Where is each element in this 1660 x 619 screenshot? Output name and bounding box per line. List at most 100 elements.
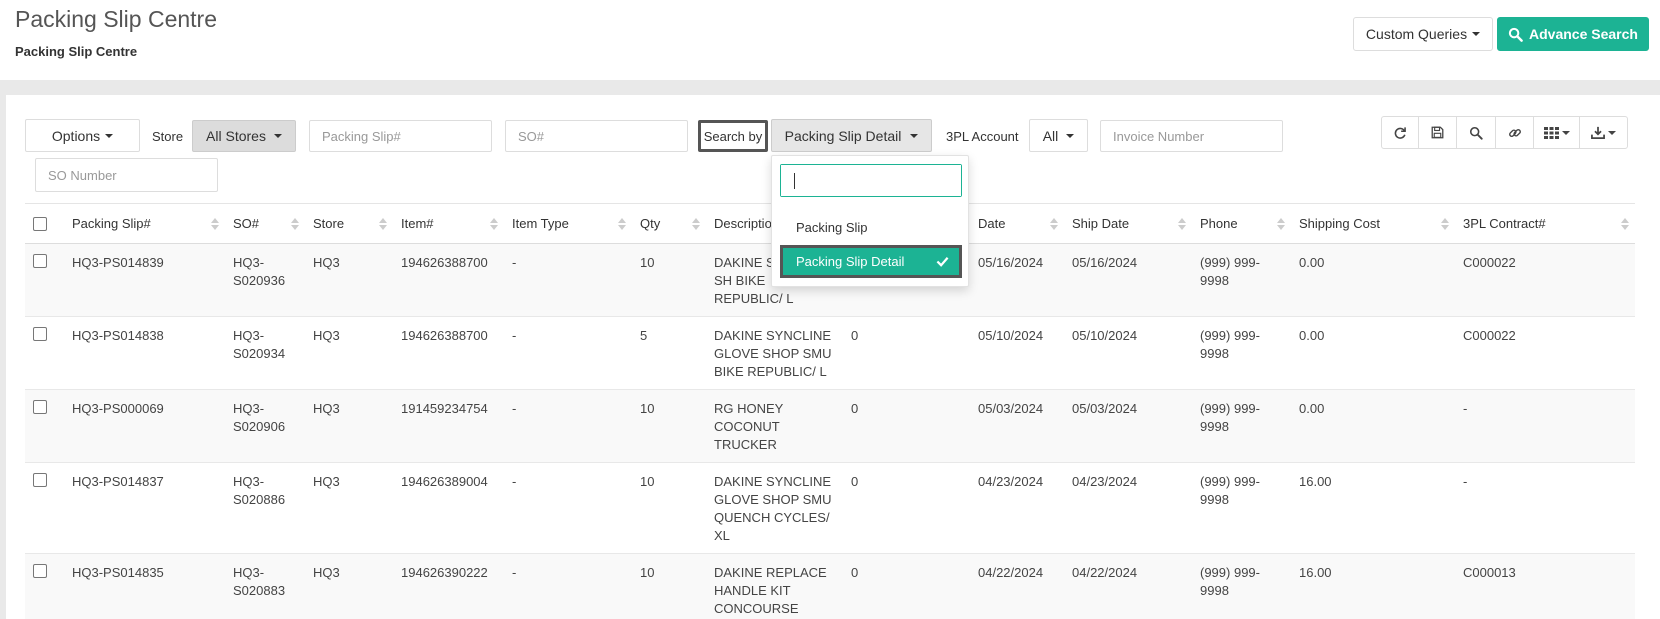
column-header[interactable]: Qty [632,203,706,244]
table-cell: 05/16/2024 [970,243,1064,317]
table-cell: RG HONEY COCONUT TRUCKER [706,389,843,463]
table-row[interactable]: HQ3-PS014837 HQ3-S020886 HQ3 194626389004-1… [25,462,1635,554]
tpl-account-label: 3PL Account [946,129,1019,144]
sort-icon [1050,218,1058,230]
table-cell: 194626388700 [393,243,504,317]
table-row[interactable]: HQ3-PS014835 HQ3-S020883 HQ3 194626390222-1… [25,553,1635,619]
advance-search-button[interactable]: Advance Search [1497,17,1649,51]
sort-icon [1178,218,1186,230]
search-icon [1469,126,1483,140]
column-header[interactable]: Item Type [504,203,632,244]
table-cell: DAKINE SYNCLINE GLOVE SHOP SMU QUENCH CY… [706,462,843,554]
columns-button[interactable] [1534,117,1580,148]
table-cell: HQ3-PS014837 [64,462,225,554]
so-field[interactable] [505,120,688,152]
row-select-cell [25,462,64,554]
table-cell: 05/16/2024 [1064,243,1192,317]
invoice-number-input[interactable] [1101,128,1282,144]
table-cell: C000022 [1455,316,1635,390]
dropdown-search-input[interactable] [781,165,961,196]
link-button[interactable] [1496,117,1534,148]
sort-icon [211,218,219,230]
packing-slip-field[interactable] [309,120,492,152]
search-by-select[interactable]: Packing Slip Detail [771,119,932,152]
table-cell: - [1455,389,1635,463]
table-cell: (999) 999-9998 [1192,389,1291,463]
row-checkbox[interactable] [33,254,47,268]
invoice-number-field[interactable] [1100,120,1283,152]
table-cell: 05/10/2024 [1064,316,1192,390]
so-input[interactable] [506,128,687,144]
caret-down-icon [1472,32,1481,36]
store-select[interactable]: All Stores [192,120,296,152]
export-button[interactable] [1580,117,1627,148]
options-label: Options [51,127,101,144]
caret-down-icon [1561,130,1570,135]
row-checkbox[interactable] [33,327,47,341]
row-select-cell [25,243,64,317]
so-number-field[interactable] [35,158,218,192]
row-checkbox[interactable] [33,564,47,578]
search-by-value: Packing Slip Detail [784,127,902,144]
dropdown-search-field[interactable] [780,164,962,197]
table-row[interactable]: HQ3-PS014838 HQ3-S020934 HQ3 194626388700-5… [25,316,1635,390]
select-all-checkbox[interactable] [33,217,47,231]
table-cell: HQ3-S020883 [225,553,305,619]
table-cell: - [504,389,632,463]
table-cell: (999) 999-9998 [1192,243,1291,317]
sort-icon [692,218,700,230]
table-cell: HQ3-PS000069 [64,389,225,463]
table-cell: HQ3-PS014835 [64,553,225,619]
column-header[interactable]: Packing Slip# [64,203,225,244]
column-header[interactable]: SO# [225,203,305,244]
save-button[interactable] [1419,117,1457,148]
table-cell: 0 [843,462,970,554]
row-select-cell [25,316,64,390]
row-checkbox[interactable] [33,400,47,414]
column-header[interactable]: Shipping Cost [1291,203,1455,244]
table-cell: 04/23/2024 [970,462,1064,554]
column-header[interactable]: Item# [393,203,504,244]
packing-slip-input[interactable] [310,128,491,144]
table-cell: HQ3-S020906 [225,389,305,463]
tpl-account-select[interactable]: All [1029,119,1088,152]
columns-icon [1543,126,1559,139]
table-row[interactable]: HQ3-PS000069 HQ3-S020906 HQ3 191459234754-1… [25,389,1635,463]
column-header[interactable]: Date [970,203,1064,244]
store-label: Store [152,129,184,144]
dropdown-option-packing-slip-detail[interactable]: Packing Slip Detail [780,245,962,278]
caret-down-icon [1608,130,1616,135]
table-cell: 05/10/2024 [970,316,1064,390]
so-number-input[interactable] [36,167,217,183]
table-cell: 04/23/2024 [1064,462,1192,554]
sort-icon [618,218,626,230]
table-cell: HQ3 [305,553,393,619]
row-checkbox[interactable] [33,473,47,487]
refresh-button[interactable] [1382,117,1419,148]
table-cell: 191459234754 [393,389,504,463]
table-cell: 16.00 [1291,553,1455,619]
column-header[interactable]: Store [305,203,393,244]
table-cell: (999) 999-9998 [1192,316,1291,390]
column-header[interactable]: Phone [1192,203,1291,244]
table-cell: 0 [843,389,970,463]
caret-down-icon [1066,133,1075,138]
search-by-dropdown: Packing Slip Packing Slip Detail [771,155,969,287]
search-toggle-button[interactable] [1457,117,1496,148]
table-cell: 05/03/2024 [970,389,1064,463]
custom-queries-button[interactable]: Custom Queries [1353,17,1493,51]
page-header: Packing Slip Centre Packing Slip Centre … [0,0,1660,80]
table-cell: - [504,316,632,390]
options-button[interactable]: Options [25,119,140,152]
column-header[interactable]: Ship Date [1064,203,1192,244]
dropdown-option-packing-slip[interactable]: Packing Slip [780,211,962,244]
table-cell: HQ3-PS014839 [64,243,225,317]
column-header[interactable]: 3PL Contract# [1455,203,1635,244]
caret-down-icon [910,133,919,138]
table-cell: HQ3-S020936 [225,243,305,317]
download-icon [1591,126,1605,139]
table-cell: 10 [632,462,706,554]
table-toolbar [1381,116,1628,149]
table-cell: (999) 999-9998 [1192,462,1291,554]
tpl-account-value: All [1042,127,1059,144]
